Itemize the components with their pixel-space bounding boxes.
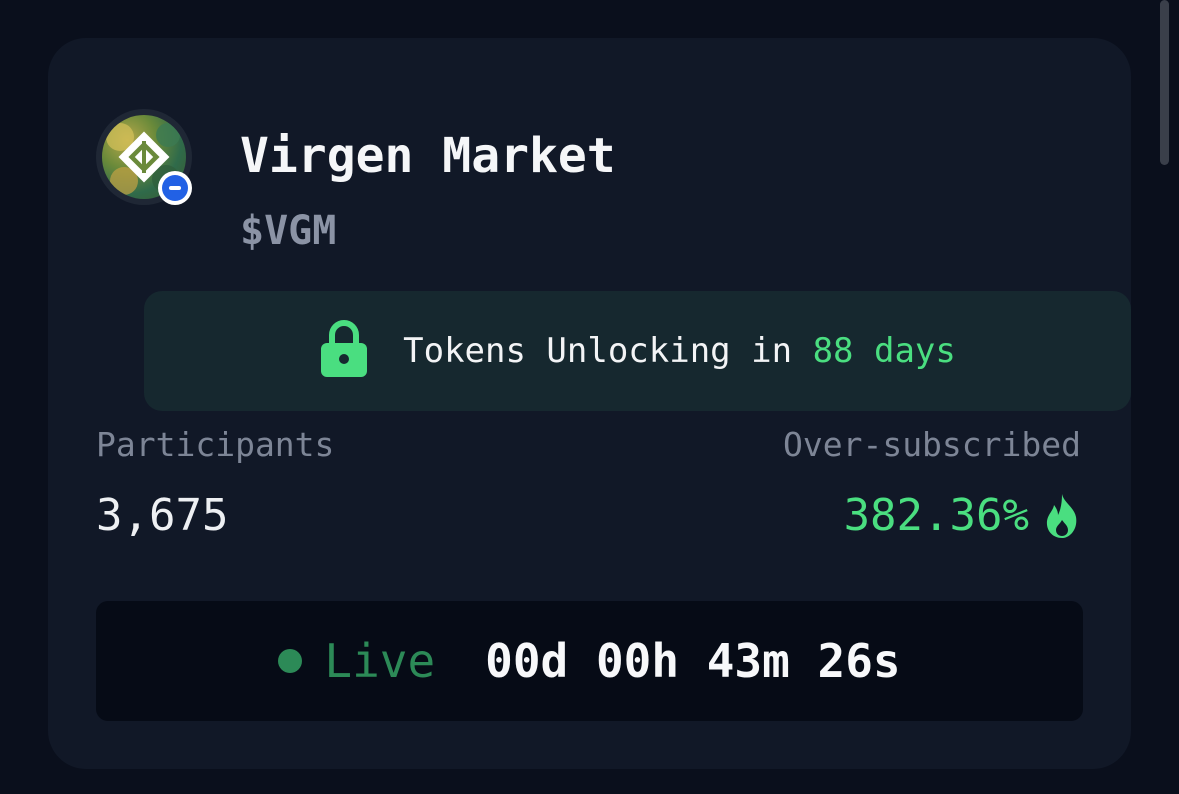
unlock-days: 88 days <box>812 331 956 371</box>
chain-badge-icon <box>158 171 192 205</box>
live-label: Live <box>324 634 436 688</box>
fire-icon <box>1046 493 1077 538</box>
oversubscribed-stat: 382.36% <box>844 490 1081 541</box>
page: Virgen Market $VGM Tokens Unlocking in 8… <box>0 0 1179 794</box>
project-ticker: $VGM <box>240 208 337 254</box>
project-avatar <box>96 109 192 205</box>
participants-label: Participants <box>96 425 335 464</box>
participants-value: 3,675 <box>96 490 229 541</box>
countdown-timer: 00d 00h 43m 26s <box>485 634 901 688</box>
lock-icon <box>321 320 368 377</box>
unlock-text: Tokens Unlocking in 88 days <box>403 331 956 371</box>
scrollbar[interactable] <box>1160 0 1169 165</box>
live-dot-icon <box>278 649 303 673</box>
oversubscribed-label: Over-subscribed <box>782 425 1081 464</box>
unlock-banner: Tokens Unlocking in 88 days <box>144 291 1131 411</box>
oversubscribed-value: 382.36% <box>843 490 1029 541</box>
unlock-prefix: Tokens Unlocking in <box>403 331 793 371</box>
project-header: Virgen Market $VGM <box>96 98 996 254</box>
project-name: Virgen Market <box>240 128 616 184</box>
live-status-bar: Live 00d 00h 43m 26s <box>96 601 1083 721</box>
